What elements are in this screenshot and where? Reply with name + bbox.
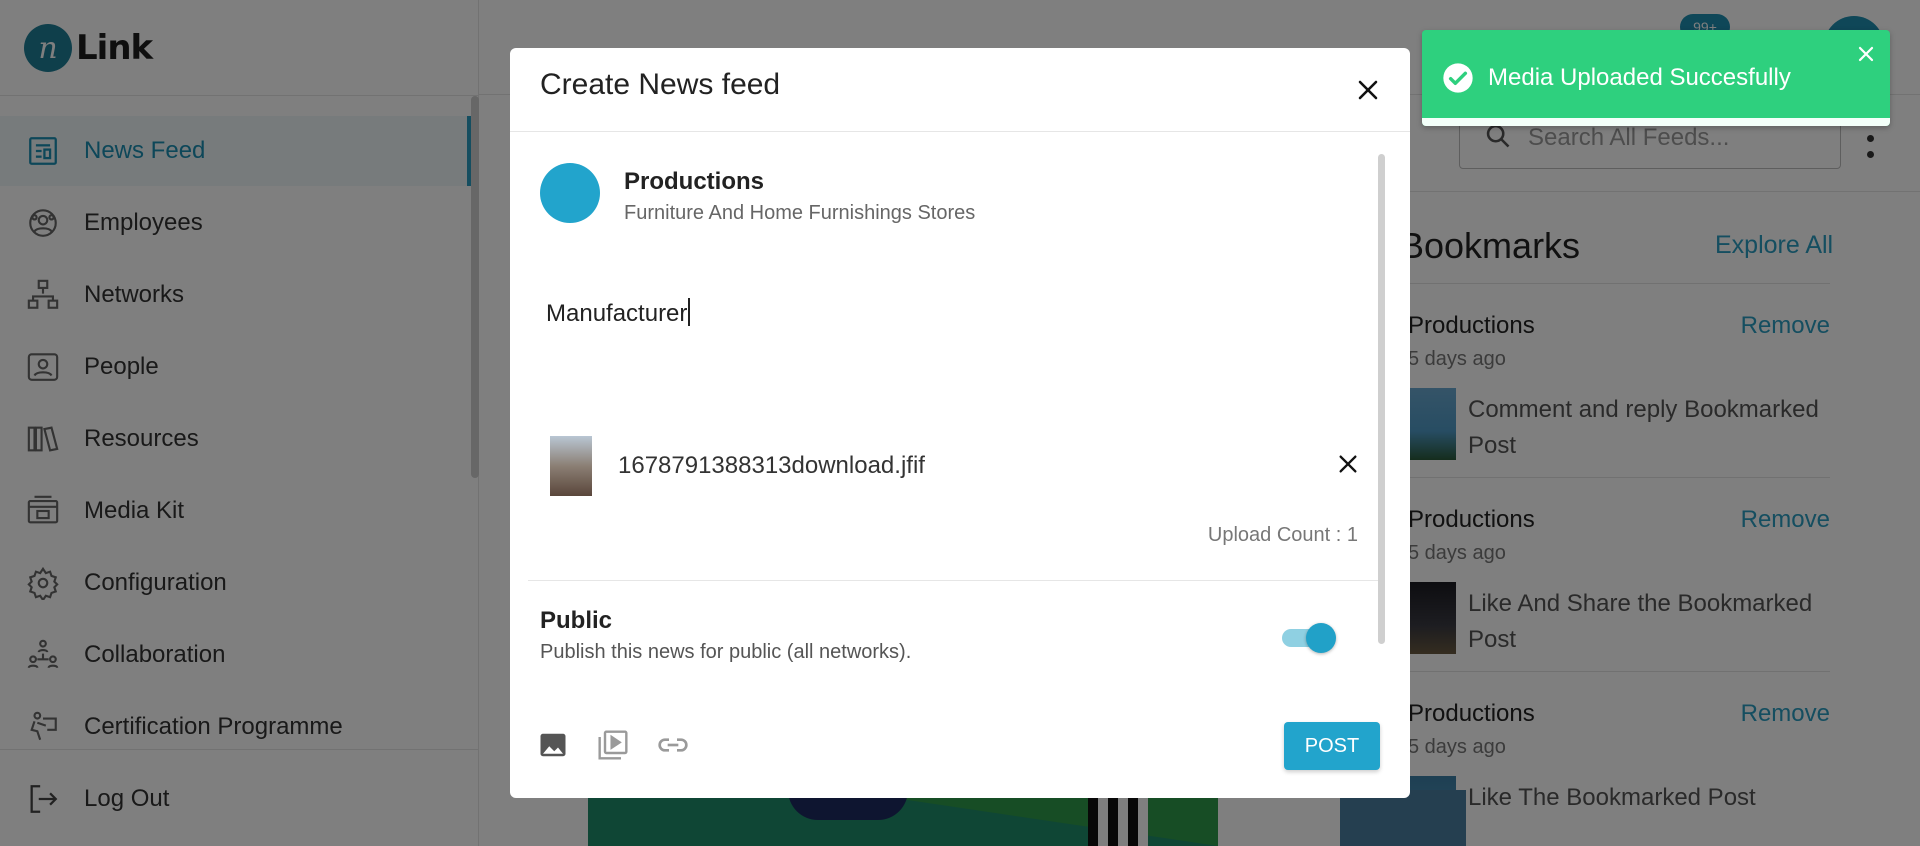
divider bbox=[528, 580, 1378, 581]
author-name: Productions bbox=[624, 168, 765, 195]
post-text-value: Manufacturer bbox=[546, 300, 688, 327]
toast-progress-bar bbox=[1422, 118, 1890, 126]
post-button[interactable]: POST bbox=[1284, 722, 1380, 770]
modal-body: Productions Furniture And Home Furnishin… bbox=[510, 132, 1410, 692]
add-link-button[interactable] bbox=[656, 730, 690, 764]
modal-scrollbar[interactable] bbox=[1378, 154, 1385, 644]
image-icon bbox=[538, 730, 568, 765]
attachment-thumbnail bbox=[550, 436, 592, 496]
add-image-button[interactable] bbox=[536, 730, 570, 764]
video-icon bbox=[597, 729, 629, 766]
create-news-feed-modal: Create News feed Productions Furniture A… bbox=[510, 48, 1410, 798]
upload-count: Upload Count : 1 bbox=[1207, 524, 1358, 546]
close-toast-button[interactable] bbox=[1854, 44, 1878, 68]
public-description: Publish this news for public (all networ… bbox=[540, 641, 912, 663]
avatar bbox=[540, 163, 600, 223]
modal-header: Create News feed bbox=[510, 48, 1410, 132]
public-title: Public bbox=[540, 607, 613, 634]
close-icon bbox=[1356, 78, 1380, 107]
public-toggle[interactable] bbox=[1280, 620, 1340, 656]
link-icon bbox=[657, 729, 689, 766]
text-caret bbox=[688, 298, 691, 326]
close-modal-button[interactable] bbox=[1348, 72, 1388, 112]
close-icon bbox=[1857, 45, 1875, 68]
remove-attachment-button[interactable] bbox=[1332, 450, 1364, 482]
add-video-button[interactable] bbox=[596, 729, 630, 766]
toast-message: Media Uploaded Succesfully bbox=[1488, 64, 1791, 91]
attachment-file-name: 1678791388313download.jfif bbox=[618, 452, 925, 479]
post-text-input[interactable]: Manufacturer bbox=[546, 298, 1346, 328]
check-circle-icon bbox=[1442, 62, 1474, 94]
toggle-knob bbox=[1306, 623, 1336, 653]
modal-title: Create News feed bbox=[540, 68, 781, 101]
close-icon bbox=[1337, 453, 1359, 480]
author-subtitle: Furniture And Home Furnishings Stores bbox=[624, 202, 976, 224]
modal-footer: POST bbox=[510, 692, 1410, 798]
success-toast: Media Uploaded Succesfully bbox=[1422, 30, 1890, 126]
